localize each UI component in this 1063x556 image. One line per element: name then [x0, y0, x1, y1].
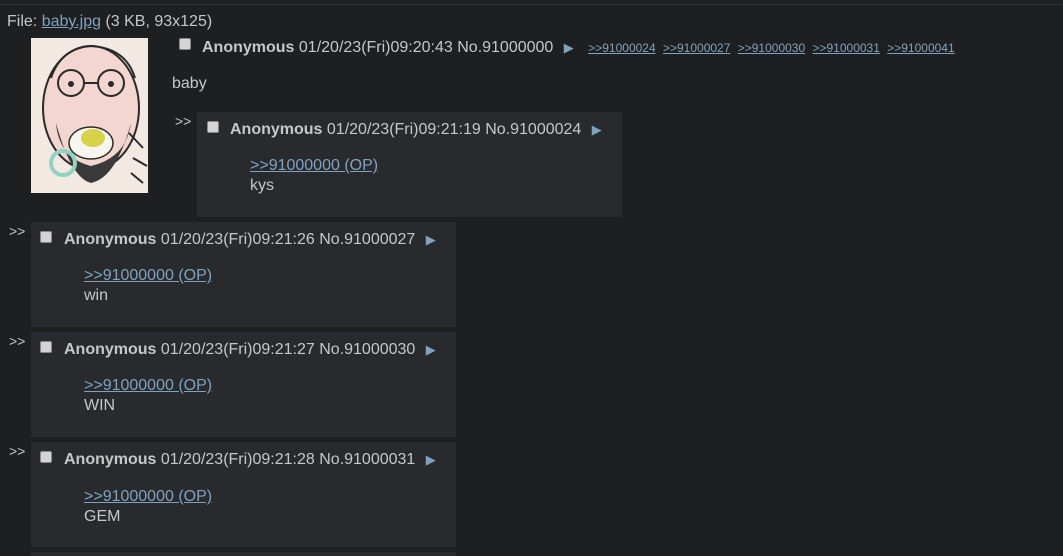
reply-post: Anonymous 01/20/23(Fri)09:21:27 No.91000…: [31, 332, 456, 437]
reply-message: win: [84, 287, 109, 304]
post-number[interactable]: No.91000024: [485, 121, 581, 138]
post-datetime: 01/20/23(Fri)09:21:28: [160, 451, 315, 468]
op-post-checkbox[interactable]: [179, 38, 191, 50]
reply-post: Anonymous 01/20/23(Fri)09:21:26 No.91000…: [31, 222, 456, 327]
poster-name: Anonymous: [230, 121, 323, 138]
op-quote-link[interactable]: >>91000000 (OP): [84, 487, 212, 507]
reply-side-arrows: >>: [175, 113, 192, 129]
post-datetime: 01/20/23(Fri)09:21:19: [326, 121, 481, 138]
reply-header: Anonymous 01/20/23(Fri)09:21:26 No.91000…: [64, 230, 436, 250]
backlinks: >>91000024 >>91000027 >>91000030 >>91000…: [588, 41, 958, 55]
post-datetime: 01/20/23(Fri)09:21:26: [160, 231, 315, 248]
backlink[interactable]: >>91000024: [588, 41, 655, 55]
reply-checkbox[interactable]: [40, 451, 52, 463]
post-datetime: 01/20/23(Fri)09:20:43: [298, 39, 453, 56]
post-number[interactable]: No.91000030: [319, 341, 415, 358]
reply-message: kys: [250, 177, 274, 194]
op-thumbnail[interactable]: [31, 38, 148, 193]
reply-checkbox[interactable]: [40, 341, 52, 353]
reply-post: Anonymous 01/20/23(Fri)09:21:28 No.91000…: [31, 442, 456, 547]
post-number[interactable]: No.91000027: [319, 231, 415, 248]
post-number[interactable]: No.91000031: [319, 451, 415, 468]
backlink[interactable]: >>91000027: [663, 41, 730, 55]
reply-post: Anonymous 01/20/23(Fri)09:21:19 No.91000…: [197, 112, 622, 217]
post-menu-icon[interactable]: ▶: [426, 452, 436, 467]
reply-checkbox[interactable]: [207, 121, 219, 133]
op-quote-link[interactable]: >>91000000 (OP): [84, 376, 212, 396]
poster-name: Anonymous: [64, 231, 157, 248]
op-quote-link[interactable]: >>91000000 (OP): [84, 266, 212, 286]
post-datetime: 01/20/23(Fri)09:21:27: [160, 341, 315, 358]
file-meta: (3 KB, 93x125): [105, 13, 213, 30]
reply-header: Anonymous 01/20/23(Fri)09:21:19 No.91000…: [230, 120, 602, 140]
backlink[interactable]: >>91000031: [812, 41, 879, 55]
op-file-info: File: baby.jpg (3 KB, 93x125): [7, 12, 212, 32]
poster-name: Anonymous: [64, 341, 157, 358]
backlink[interactable]: >>91000041: [887, 41, 954, 55]
reply-side-arrows: >>: [9, 443, 26, 459]
top-divider: [0, 4, 1063, 5]
soyjak-image: [31, 38, 148, 193]
post-menu-icon[interactable]: ▶: [426, 232, 436, 247]
reply-message: WIN: [84, 397, 116, 414]
post-number[interactable]: No.91000000: [457, 39, 553, 56]
reply-post-partial: [31, 552, 456, 556]
post-menu-icon[interactable]: ▶: [564, 40, 574, 55]
file-name-link[interactable]: baby.jpg: [42, 13, 101, 30]
reply-message: GEM: [84, 508, 121, 525]
op-message: baby: [172, 75, 207, 92]
op-post-header: Anonymous 01/20/23(Fri)09:20:43 No.91000…: [202, 38, 959, 58]
file-label: File:: [7, 13, 38, 30]
reply-header: Anonymous 01/20/23(Fri)09:21:27 No.91000…: [64, 340, 436, 360]
poster-name: Anonymous: [202, 39, 295, 56]
poster-name: Anonymous: [64, 451, 157, 468]
reply-side-arrows: >>: [9, 333, 26, 349]
reply-side-arrows: >>: [9, 223, 26, 239]
op-quote-link[interactable]: >>91000000 (OP): [250, 156, 378, 176]
post-menu-icon[interactable]: ▶: [592, 122, 602, 137]
reply-header: Anonymous 01/20/23(Fri)09:21:28 No.91000…: [64, 450, 436, 470]
reply-checkbox[interactable]: [40, 231, 52, 243]
backlink[interactable]: >>91000030: [738, 41, 805, 55]
post-menu-icon[interactable]: ▶: [426, 342, 436, 357]
